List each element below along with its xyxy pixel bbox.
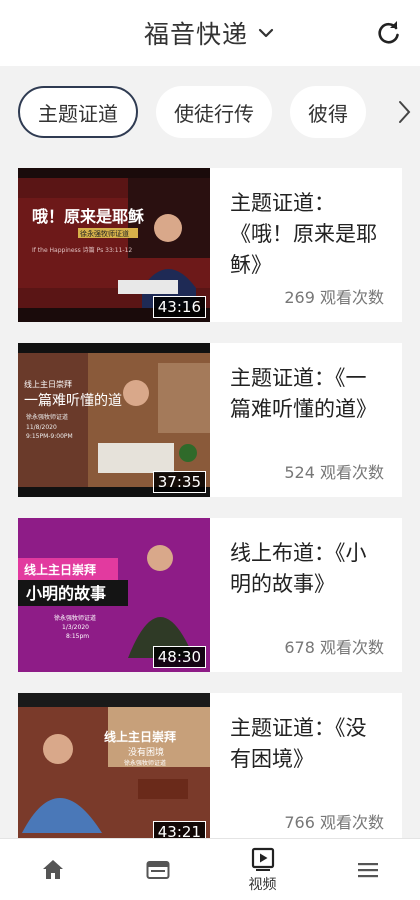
thumb-caption-main: 没有困境 bbox=[128, 746, 164, 758]
thumb-caption-main: 一篇难听懂的道 bbox=[24, 393, 122, 409]
browser-icon bbox=[146, 860, 169, 879]
page-title: 福音快递 bbox=[143, 20, 248, 49]
chevron-down-icon bbox=[258, 28, 274, 38]
video-card[interactable]: 线上主日崇拜 没有困境 徐永强牧师证道 43:21 主题证道：《没有困境》 76… bbox=[18, 693, 402, 847]
refresh-icon[interactable] bbox=[376, 20, 402, 46]
thumb-caption-main: 小明的故事 bbox=[26, 584, 106, 603]
chevron-right-icon[interactable] bbox=[394, 98, 414, 126]
thumb-caption-ref: If the Happiness 诗篇 Ps 33:11-12 bbox=[32, 246, 132, 254]
tab-topic-sermon[interactable]: 主题证道 bbox=[18, 86, 138, 138]
video-info: 主题证道：《哦！原来是耶稣》 269 观看次数 bbox=[210, 168, 402, 322]
thumb-caption-top: 线上主日崇拜 bbox=[24, 562, 96, 577]
thumb-caption-time: 9:15PM-9:00PM bbox=[26, 433, 73, 440]
thumb-caption-date: 1/3/2020 bbox=[62, 624, 89, 631]
nav-video-label: 视频 bbox=[248, 876, 277, 893]
video-info: 主题证道：《没有困境》 766 观看次数 bbox=[210, 693, 402, 847]
tab-label: 主题证道 bbox=[38, 101, 118, 126]
video-thumbnail[interactable]: 线上主日崇拜 没有困境 徐永强牧师证道 43:21 bbox=[18, 693, 210, 847]
thumb-caption-top: 线上主日崇拜 bbox=[24, 379, 72, 389]
thumb-caption-top: 线上主日崇拜 bbox=[104, 729, 176, 744]
home-icon bbox=[42, 859, 63, 879]
video-icon bbox=[251, 847, 274, 871]
view-count: 766 观看次数 bbox=[284, 813, 384, 832]
category-tabs: 主题证道 使徒行传 彼得 bbox=[0, 66, 420, 158]
video-thumbnail[interactable]: 线上主日崇拜 一篇难听懂的道 徐永强牧师证道 11/8/2020 9:15PM-… bbox=[18, 343, 210, 497]
bottom-nav: 视频 bbox=[0, 838, 420, 900]
video-title[interactable]: 主题证道：《没有困境》 bbox=[230, 713, 386, 775]
duration-badge: 37:35 bbox=[152, 471, 206, 493]
tab-label: 使徒行传 bbox=[174, 101, 254, 126]
video-title[interactable]: 主题证道：《哦！原来是耶稣》 bbox=[230, 188, 386, 281]
view-count: 269 观看次数 bbox=[284, 288, 384, 307]
video-card[interactable]: 线上主日崇拜 小明的故事 徐永强牧师证道 1/3/2020 8:15pm 48:… bbox=[18, 518, 402, 672]
video-card[interactable]: 线上主日崇拜 一篇难听懂的道 徐永强牧师证道 11/8/2020 9:15PM-… bbox=[18, 343, 402, 497]
video-thumbnail[interactable]: 哦！原来是耶稣 徐永强牧师证道 If the Happiness 诗篇 Ps 3… bbox=[18, 168, 210, 322]
nav-video[interactable]: 视频 bbox=[210, 839, 315, 900]
thumb-caption-date: 11/8/2020 bbox=[26, 424, 57, 431]
thumb-caption-main: 哦！原来是耶稣 bbox=[32, 207, 144, 226]
tab-label: 彼得 bbox=[308, 101, 348, 126]
nav-browser[interactable] bbox=[105, 839, 210, 900]
thumb-caption-time: 8:15pm bbox=[66, 633, 89, 640]
video-card[interactable]: 哦！原来是耶稣 徐永强牧师证道 If the Happiness 诗篇 Ps 3… bbox=[18, 168, 402, 322]
menu-icon bbox=[357, 862, 378, 877]
view-count: 524 观看次数 bbox=[284, 463, 384, 482]
app-header: 福音快递 bbox=[0, 0, 420, 66]
video-info: 主题证道：《一篇难听懂的道》 524 观看次数 bbox=[210, 343, 402, 497]
thumb-caption-sub: 徐永强牧师证道 bbox=[124, 759, 166, 767]
channel-selector[interactable]: 福音快递 bbox=[144, 15, 276, 51]
thumb-caption-sub: 徐永强牧师证道 bbox=[80, 229, 129, 238]
view-count: 678 观看次数 bbox=[284, 638, 384, 657]
nav-home[interactable] bbox=[0, 839, 105, 900]
video-title[interactable]: 主题证道：《一篇难听懂的道》 bbox=[230, 363, 386, 425]
nav-menu[interactable] bbox=[315, 839, 420, 900]
video-title[interactable]: 线上布道：《小明的故事》 bbox=[230, 538, 386, 600]
video-list: 哦！原来是耶稣 徐永强牧师证道 If the Happiness 诗篇 Ps 3… bbox=[18, 168, 402, 868]
thumb-caption-sub: 徐永强牧师证道 bbox=[54, 614, 96, 622]
video-info: 线上布道：《小明的故事》 678 观看次数 bbox=[210, 518, 402, 672]
tab-acts[interactable]: 使徒行传 bbox=[156, 86, 272, 138]
thumb-caption-sub: 徐永强牧师证道 bbox=[26, 413, 68, 421]
tab-peter[interactable]: 彼得 bbox=[290, 86, 366, 138]
duration-badge: 48:30 bbox=[152, 646, 206, 668]
video-thumbnail[interactable]: 线上主日崇拜 小明的故事 徐永强牧师证道 1/3/2020 8:15pm 48:… bbox=[18, 518, 210, 672]
duration-badge: 43:16 bbox=[152, 296, 206, 318]
